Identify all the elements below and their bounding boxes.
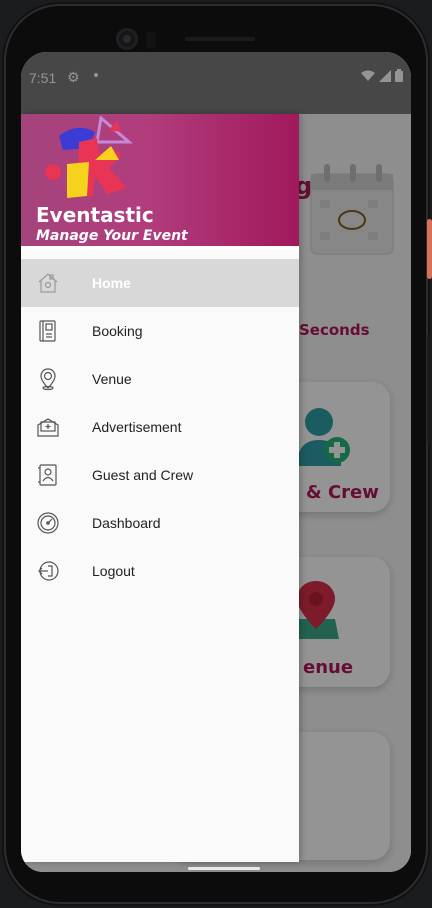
menu-label-guest-and-crew: Guest and Crew [92, 467, 194, 483]
menu-label-dashboard: Dashboard [92, 515, 161, 531]
dashboard-icon [37, 512, 59, 534]
menu-label-booking: Booking [92, 323, 143, 339]
home-indicator[interactable] [188, 867, 260, 870]
menu-item-logout[interactable]: Logout [21, 547, 299, 595]
drawer-header: Eventastic Manage Your Event [21, 114, 299, 250]
power-button [427, 219, 432, 279]
menu-item-venue[interactable]: Venue [21, 355, 299, 403]
guest-crew-icon [38, 464, 57, 486]
volume-button [427, 334, 432, 444]
screen: g Seconds & Crew enue 7:51 ⚙ Eventastic … [21, 52, 411, 872]
earpiece-speaker [185, 37, 255, 41]
menu-item-home[interactable]: Home [21, 259, 299, 307]
menu-item-guest-and-crew[interactable]: Guest and Crew [21, 451, 299, 499]
logout-icon [38, 561, 59, 581]
navigation-drawer: Eventastic Manage Your Event Home Bookin… [21, 114, 299, 862]
menu-label-home: Home [92, 275, 131, 291]
advertisement-icon [37, 418, 59, 437]
drawer-menu: Home Booking Venue Advertisement Guest a… [21, 259, 299, 595]
booking-icon [39, 320, 56, 342]
menu-label-venue: Venue [92, 371, 132, 387]
app-title: Eventastic [36, 203, 154, 227]
sensor [146, 31, 156, 49]
menu-label-logout: Logout [92, 563, 135, 579]
menu-item-booking[interactable]: Booking [21, 307, 299, 355]
eventastic-logo-icon [45, 116, 134, 198]
menu-item-advertisement[interactable]: Advertisement [21, 403, 299, 451]
home-icon [38, 273, 58, 293]
menu-item-dashboard[interactable]: Dashboard [21, 499, 299, 547]
app-tagline: Manage Your Event [36, 228, 188, 244]
venue-pin-icon [40, 368, 56, 391]
menu-label-advertisement: Advertisement [92, 419, 182, 435]
front-camera [116, 28, 138, 50]
